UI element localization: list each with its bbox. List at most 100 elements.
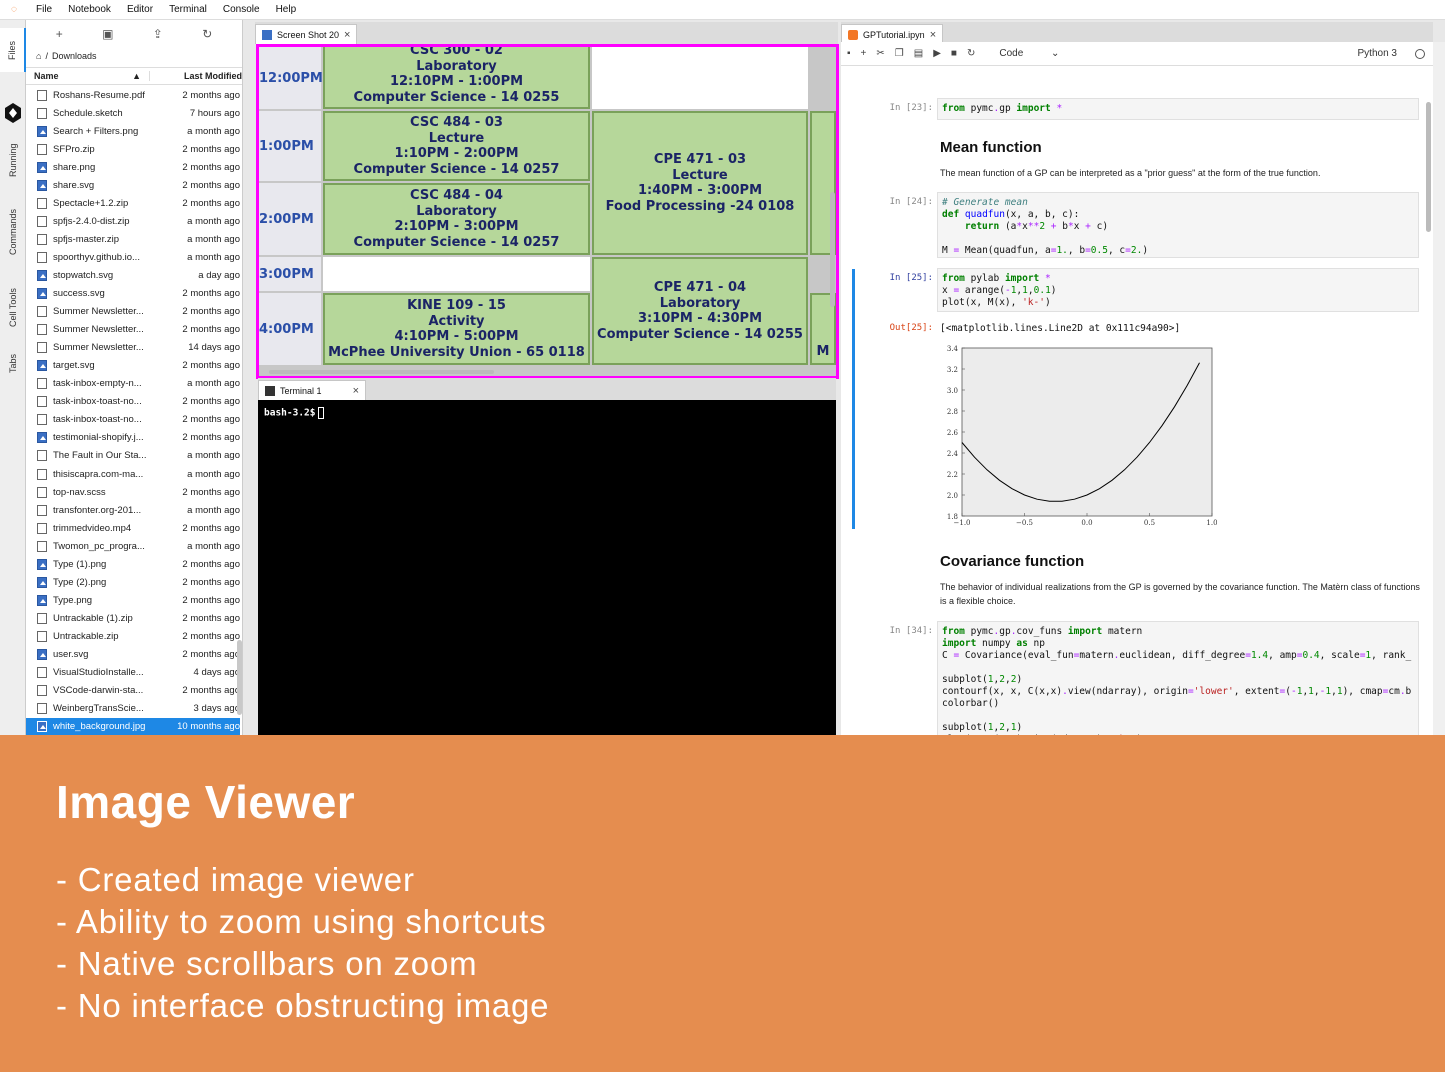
file-list-item[interactable]: task-inbox-toast-no... 2 months ago	[26, 411, 240, 429]
tab-terminal[interactable]: Terminal 1 ×	[258, 380, 366, 400]
file-list-item[interactable]: testimonial-shopify.j... 2 months ago	[26, 429, 240, 447]
file-list-item[interactable]: share.svg 2 months ago	[26, 176, 240, 194]
file-list-item[interactable]: Roshans-Resume.pdf 2 months ago	[26, 86, 240, 104]
code-cell[interactable]: from pymc.gp import *	[937, 98, 1419, 120]
image-viewer-panel[interactable]: 12:00PM 1:00PM 2:00PM 3:00PM 4:00PM CSC …	[256, 44, 839, 379]
save-icon[interactable]: ▪	[847, 48, 851, 59]
file-list-item[interactable]: target.svg 2 months ago	[26, 357, 240, 375]
file-list-item[interactable]: Spectacle+1.2.zip 2 months ago	[26, 194, 240, 212]
file-list-item[interactable]: spoorthyv.github.io... a month ago	[26, 248, 240, 266]
file-list-item[interactable]: Summer Newsletter... 2 months ago	[26, 303, 240, 321]
file-list-item[interactable]: thisiscapra.com-ma... a month ago	[26, 465, 240, 483]
file-list-item[interactable]: The Fault in Our Sta... a month ago	[26, 447, 240, 465]
close-icon[interactable]: ×	[930, 29, 936, 41]
file-list-item[interactable]: WeinbergTransScie... 3 days ago	[26, 700, 240, 718]
code-cell[interactable]: from pymc.gp.cov_funs import matern impo…	[937, 621, 1419, 735]
image-horizontal-scrollbar[interactable]	[269, 370, 494, 374]
notebook-scrollbar[interactable]	[1433, 42, 1445, 735]
file-list-item[interactable]: spfjs-master.zip a month ago	[26, 230, 240, 248]
active-cell-indicator	[852, 269, 855, 529]
kernel-name[interactable]: Python 3	[1358, 48, 1397, 59]
file-list-item[interactable]: Type (2).png 2 months ago	[26, 573, 240, 591]
restart-icon[interactable]: ↻	[967, 48, 975, 59]
menu-help[interactable]: Help	[268, 4, 305, 15]
plot-frame	[961, 347, 1213, 517]
tab-cell-tools[interactable]: Cell Tools	[0, 272, 26, 344]
new-folder-icon[interactable]: ▣	[102, 27, 113, 41]
file-list-item[interactable]: Type.png 2 months ago	[26, 591, 240, 609]
file-modified: a month ago	[187, 233, 240, 245]
tab-commands[interactable]: Commands	[0, 192, 26, 272]
add-cell-icon[interactable]: +	[861, 48, 867, 59]
menu-editor[interactable]: Editor	[119, 4, 161, 15]
breadcrumb-downloads[interactable]: Downloads	[52, 51, 97, 61]
terminal-panel[interactable]: bash-3.2$	[258, 400, 836, 735]
file-list-item[interactable]: spfjs-2.4.0-dist.zip a month ago	[26, 212, 240, 230]
file-list-item[interactable]: Twomon_pc_progra... a month ago	[26, 537, 240, 555]
stop-icon[interactable]: ■	[951, 48, 957, 59]
file-modified: 2 months ago	[182, 360, 240, 372]
file-list-item[interactable]: user.svg 2 months ago	[26, 645, 240, 663]
y-tick-label: 2.2	[947, 471, 958, 479]
cell-type-select[interactable]: Code ⌄	[999, 48, 1059, 59]
menu-terminal[interactable]: Terminal	[161, 4, 215, 15]
file-list-item[interactable]: SFPro.zip 2 months ago	[26, 140, 240, 158]
file-list-item[interactable]: white_background.jpg 10 months ago	[26, 717, 240, 735]
close-icon[interactable]: ×	[353, 385, 359, 397]
tab-running[interactable]: Running	[0, 130, 26, 190]
file-modified: 2 months ago	[182, 89, 240, 101]
image-file-icon	[37, 269, 47, 281]
code-cell[interactable]: # Generate mean def quadfun(x, a, b, c):…	[937, 192, 1419, 258]
file-list-item[interactable]: transfonter.org-201... a month ago	[26, 501, 240, 519]
tab-files[interactable]: Files	[0, 28, 26, 72]
new-launcher-icon[interactable]: +	[56, 27, 63, 41]
file-list-scrollbar[interactable]	[237, 640, 242, 715]
file-name: Search + Filters.png	[53, 125, 139, 137]
name-column-header[interactable]: Name ▲	[26, 71, 150, 81]
tab-notebook[interactable]: GPTutorial.ipyn ×	[841, 24, 944, 44]
cell-prompt: In [24]:	[889, 197, 933, 207]
file-list-item[interactable]: share.png 2 months ago	[26, 158, 240, 176]
modified-column-header[interactable]: Last Modified	[150, 71, 242, 81]
image-file-icon	[262, 29, 272, 40]
file-list-item[interactable]: task-inbox-toast-no... 2 months ago	[26, 393, 240, 411]
file-icon	[37, 396, 47, 408]
file-list-item[interactable]: Untrackable.zip 2 months ago	[26, 627, 240, 645]
tab-image-viewer[interactable]: Screen Shot 20 ×	[255, 24, 358, 44]
file-list-item[interactable]: VisualStudioInstalle... 4 days ago	[26, 664, 240, 682]
file-list-item[interactable]: Search + Filters.png a month ago	[26, 122, 240, 140]
image-vertical-scrollbar[interactable]	[830, 192, 835, 307]
paste-icon[interactable]: ▤	[914, 48, 923, 59]
home-icon[interactable]: ⌂	[36, 51, 41, 61]
code-cell[interactable]: from pylab import * x = arange(-1,1,0.1)…	[937, 268, 1419, 312]
file-icon	[37, 612, 47, 624]
file-list-item[interactable]: Type (1).png 2 months ago	[26, 555, 240, 573]
file-list-item[interactable]: Summer Newsletter... 2 months ago	[26, 321, 240, 339]
file-list-item[interactable]: task-inbox-empty-n... a month ago	[26, 375, 240, 393]
run-icon[interactable]: ▶	[933, 48, 941, 59]
menu-file[interactable]: File	[28, 4, 60, 15]
cut-icon[interactable]: ✂	[876, 48, 884, 59]
close-icon[interactable]: ×	[344, 29, 350, 41]
file-list-item[interactable]: stopwatch.svg a day ago	[26, 266, 240, 284]
file-name: WeinbergTransScie...	[53, 703, 144, 715]
file-name: user.svg	[53, 648, 89, 660]
file-list-item[interactable]: success.svg 2 months ago	[26, 285, 240, 303]
refresh-icon[interactable]: ↻	[202, 27, 212, 41]
file-icon	[37, 540, 47, 552]
file-icon	[37, 667, 47, 679]
file-list-item[interactable]: trimmedvideo.mp4 2 months ago	[26, 519, 240, 537]
copy-icon[interactable]: ❐	[895, 48, 904, 59]
upload-icon[interactable]: ⇪	[153, 27, 163, 41]
file-list-item[interactable]: Untrackable (1).zip 2 months ago	[26, 609, 240, 627]
file-list-item[interactable]: Schedule.sketch 7 hours ago	[26, 104, 240, 122]
file-list-item[interactable]: VSCode-darwin-sta... 2 months ago	[26, 682, 240, 700]
file-list-item[interactable]: Summer Newsletter... 14 days ago	[26, 339, 240, 357]
notebook-scrollbar-thumb[interactable]	[1426, 102, 1431, 232]
menu-console[interactable]: Console	[215, 4, 268, 15]
chevron-down-icon: ⌄	[1050, 48, 1060, 59]
file-icon	[37, 450, 47, 462]
menu-notebook[interactable]: Notebook	[60, 4, 119, 15]
tab-tabs[interactable]: Tabs	[0, 342, 26, 384]
file-list-item[interactable]: top-nav.scss 2 months ago	[26, 483, 240, 501]
